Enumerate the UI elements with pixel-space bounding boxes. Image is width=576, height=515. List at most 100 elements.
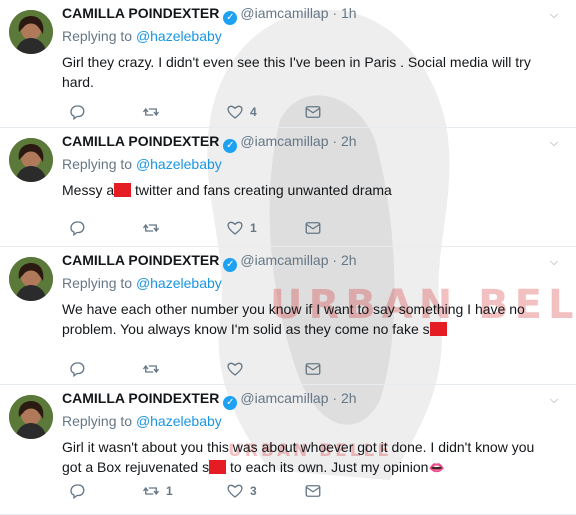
reply-icon	[70, 484, 85, 500]
heart-icon	[227, 484, 243, 498]
timestamp[interactable]: 2h	[341, 252, 357, 268]
like-count: 3	[250, 484, 257, 498]
like-count: 4	[250, 105, 257, 119]
reply-button[interactable]	[68, 481, 86, 501]
reply-button[interactable]	[68, 359, 86, 379]
username[interactable]: @iamcamillap	[240, 133, 328, 149]
replying-to-label: Replying to	[62, 275, 133, 291]
message-button[interactable]	[304, 218, 322, 238]
heart-icon	[227, 221, 243, 235]
timestamp[interactable]: 2h	[341, 133, 357, 149]
retweet-button[interactable]: 1	[142, 481, 173, 501]
replying-to: Replying to @hazelebaby	[62, 156, 222, 172]
replying-to: Replying to @hazelebaby	[62, 413, 222, 429]
retweet-button[interactable]	[142, 218, 166, 238]
tweet-actions: 4	[62, 102, 362, 122]
like-button[interactable]: 3	[226, 481, 257, 501]
avatar[interactable]	[9, 138, 53, 182]
chevron-down-icon[interactable]: ⌵	[547, 136, 561, 150]
reply-button[interactable]	[68, 102, 86, 122]
retweet-button[interactable]	[142, 102, 166, 122]
tweet-header: CAMILLA POINDEXTER ✓ @iamcamillap · 2h	[62, 252, 357, 272]
replying-to-label: Replying to	[62, 28, 133, 44]
tweet-actions: 1 3	[62, 481, 362, 501]
message-button[interactable]	[304, 102, 322, 122]
message-icon	[305, 363, 321, 375]
replying-to: Replying to @hazelebaby	[62, 28, 222, 44]
tweet-text: Girl it wasn't about you this was about …	[62, 437, 552, 478]
tweet-actions: 1	[62, 218, 362, 238]
retweet-icon	[142, 107, 160, 117]
separator: ·	[332, 252, 338, 268]
tweet[interactable]: CAMILLA POINDEXTER ✓ @iamcamillap · 2h ⌵ R…	[0, 385, 576, 515]
tweet-header: CAMILLA POINDEXTER ✓ @iamcamillap · 2h	[62, 390, 357, 410]
retweet-button[interactable]	[142, 359, 166, 379]
timestamp[interactable]: 2h	[341, 390, 357, 406]
tweet-text-part: We have each other number you know if I …	[62, 301, 525, 337]
retweet-count: 1	[166, 484, 173, 498]
tweet-text-part: Girl they crazy. I didn't even see this …	[62, 54, 531, 90]
message-icon	[305, 222, 321, 234]
tweet-text-part: to each its own. Just my opinion	[226, 459, 429, 475]
display-name[interactable]: CAMILLA POINDEXTER	[62, 252, 219, 268]
message-button[interactable]	[304, 481, 322, 501]
username[interactable]: @iamcamillap	[240, 390, 328, 406]
avatar[interactable]	[9, 10, 53, 54]
verified-badge-icon: ✓	[223, 258, 238, 272]
display-name[interactable]: CAMILLA POINDEXTER	[62, 390, 219, 406]
tweet[interactable]: CAMILLA POINDEXTER ✓ @iamcamillap · 2h ⌵ R…	[0, 247, 576, 385]
tweet-text: Girl they crazy. I didn't even see this …	[62, 52, 552, 92]
verified-badge-icon: ✓	[223, 139, 238, 153]
verified-badge-icon: ✓	[223, 11, 238, 25]
reply-icon	[70, 221, 85, 237]
avatar[interactable]	[9, 257, 53, 301]
reply-icon	[70, 362, 85, 378]
mention-link[interactable]: @hazelebaby	[136, 28, 222, 44]
chevron-down-icon[interactable]: ⌵	[547, 255, 561, 269]
kiss-lips-icon: 👄	[428, 460, 445, 475]
tweet[interactable]: CAMILLA POINDEXTER ✓ @iamcamillap · 2h ⌵ R…	[0, 128, 576, 247]
separator: ·	[332, 5, 338, 21]
retweet-icon	[142, 486, 160, 496]
message-icon	[305, 485, 321, 497]
tweet-actions	[62, 359, 362, 379]
avatar[interactable]	[9, 395, 53, 439]
heart-icon	[227, 105, 243, 119]
chevron-down-icon[interactable]: ⌵	[547, 8, 561, 22]
like-count: 1	[250, 221, 257, 235]
redaction-box	[209, 460, 227, 474]
reply-icon	[70, 105, 85, 121]
like-button[interactable]: 1	[226, 218, 257, 238]
chevron-down-icon[interactable]: ⌵	[547, 393, 561, 407]
tweet-text: We have each other number you know if I …	[62, 299, 552, 339]
redaction-box	[114, 183, 132, 197]
username[interactable]: @iamcamillap	[240, 252, 328, 268]
redaction-box	[429, 322, 447, 336]
like-button[interactable]: 4	[226, 102, 257, 122]
separator: ·	[332, 390, 338, 406]
replying-to: Replying to @hazelebaby	[62, 275, 222, 291]
tweet-header: CAMILLA POINDEXTER ✓ @iamcamillap · 1h	[62, 5, 357, 25]
message-icon	[305, 106, 321, 118]
retweet-icon	[142, 364, 160, 374]
tweet-header: CAMILLA POINDEXTER ✓ @iamcamillap · 2h	[62, 133, 357, 153]
tweet[interactable]: CAMILLA POINDEXTER ✓ @iamcamillap · 1h ⌵ R…	[0, 0, 576, 128]
tweet-text-part: Messy a	[62, 182, 115, 198]
mention-link[interactable]: @hazelebaby	[136, 413, 222, 429]
display-name[interactable]: CAMILLA POINDEXTER	[62, 5, 219, 21]
username[interactable]: @iamcamillap	[240, 5, 328, 21]
message-button[interactable]	[304, 359, 322, 379]
reply-button[interactable]	[68, 218, 86, 238]
mention-link[interactable]: @hazelebaby	[136, 156, 222, 172]
timestamp[interactable]: 1h	[341, 5, 357, 21]
display-name[interactable]: CAMILLA POINDEXTER	[62, 133, 219, 149]
replying-to-label: Replying to	[62, 156, 133, 172]
tweet-text: Messy a twitter and fans creating unwant…	[62, 180, 552, 200]
verified-badge-icon: ✓	[223, 396, 238, 410]
retweet-icon	[142, 223, 160, 233]
separator: ·	[332, 133, 338, 149]
like-button[interactable]	[226, 359, 250, 379]
tweet-text-part: twitter and fans creating unwanted drama	[131, 182, 392, 198]
mention-link[interactable]: @hazelebaby	[136, 275, 222, 291]
heart-icon	[227, 362, 243, 376]
